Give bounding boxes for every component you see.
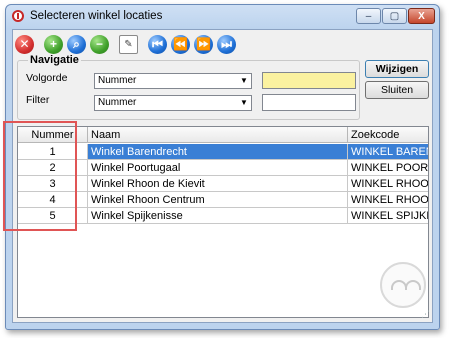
add-icon[interactable]: + <box>44 34 63 54</box>
watermark-logo <box>380 262 426 308</box>
cell-zoekcode: WINKEL RHOON <box>348 192 428 208</box>
toolbar: ✕ + ⌕ − ✎ ⏮ ⏪ ⏩ ⏭ <box>15 32 240 56</box>
filter-label: Filter <box>26 94 50 106</box>
table-header: Nummer Naam Zoekcode <box>18 127 428 143</box>
cell-naam: Winkel Rhoon Centrum <box>88 192 348 208</box>
maximize-button[interactable]: ▢ <box>382 8 407 24</box>
minimize-button[interactable]: – <box>356 8 381 24</box>
column-header-naam[interactable]: Naam <box>88 127 348 143</box>
table-row[interactable]: 4 Winkel Rhoon Centrum WINKEL RHOON <box>18 192 428 208</box>
filter-select[interactable]: Nummer ▼ <box>94 95 252 111</box>
title-bar[interactable]: Selecteren winkel locaties – ▢ X <box>6 5 439 29</box>
chevron-down-icon[interactable]: ▼ <box>237 96 251 110</box>
remove-icon[interactable]: − <box>90 34 109 54</box>
volgorde-label: Volgorde <box>26 72 68 84</box>
table-row[interactable]: 3 Winkel Rhoon de Kievit WINKEL RHOON <box>18 176 428 192</box>
cell-zoekcode: WINKEL RHOON <box>348 176 428 192</box>
close-button[interactable]: X <box>408 8 435 24</box>
table-row[interactable]: 5Winkel SpijkenisseWINKEL SPIJKEN <box>18 208 428 224</box>
volgorde-value: Nummer <box>98 75 137 86</box>
sluiten-button[interactable]: Sluiten <box>365 81 429 99</box>
wijzigen-button[interactable]: Wijzigen <box>365 60 429 78</box>
volgorde-select[interactable]: Nummer ▼ <box>94 73 252 89</box>
navigatie-title: Navigatie <box>28 54 81 66</box>
column-header-zoekcode[interactable]: Zoekcode <box>348 127 428 143</box>
volgorde-search-input[interactable] <box>262 72 356 89</box>
first-record-icon[interactable]: ⏮ <box>148 34 167 54</box>
window-title: Selecteren winkel locaties <box>30 10 163 22</box>
navigatie-group: Navigatie Volgorde Nummer ▼ Filter Numme… <box>17 54 360 120</box>
last-record-icon[interactable]: ⏭ <box>217 34 236 54</box>
filter-input[interactable] <box>262 94 356 111</box>
next-record-icon[interactable]: ⏩ <box>194 34 213 54</box>
cell-naam: Winkel Spijkenisse <box>88 208 348 224</box>
app-logo-icon <box>12 10 24 22</box>
cell-zoekcode: WINKEL POORTU <box>348 160 428 176</box>
cell-naam: Winkel Rhoon de Kievit <box>88 176 348 192</box>
table-row[interactable]: 2Winkel PoortugaalWINKEL POORTU <box>18 160 428 176</box>
delete-icon[interactable]: ✕ <box>15 34 34 54</box>
annotation-highlight <box>3 121 77 231</box>
cell-naam: Winkel Poortugaal <box>88 160 348 176</box>
winkel-table: Nummer Naam Zoekcode 1 Winkel Barendrecht… <box>17 126 429 318</box>
table-row[interactable]: 1Winkel BarendrechtWINKEL BAREND <box>18 144 428 160</box>
cell-naam: Winkel Barendrecht <box>88 144 348 160</box>
filter-value: Nummer <box>98 97 137 108</box>
chevron-down-icon[interactable]: ▼ <box>237 74 251 88</box>
resize-grip-icon[interactable]: ⋰ <box>421 309 430 320</box>
cell-zoekcode: WINKEL SPIJKEN <box>348 208 428 224</box>
clipboard-icon[interactable]: ✎ <box>119 34 138 54</box>
cell-zoekcode: WINKEL BAREND <box>348 144 428 160</box>
search-icon[interactable]: ⌕ <box>67 34 86 54</box>
previous-record-icon[interactable]: ⏪ <box>171 34 190 54</box>
